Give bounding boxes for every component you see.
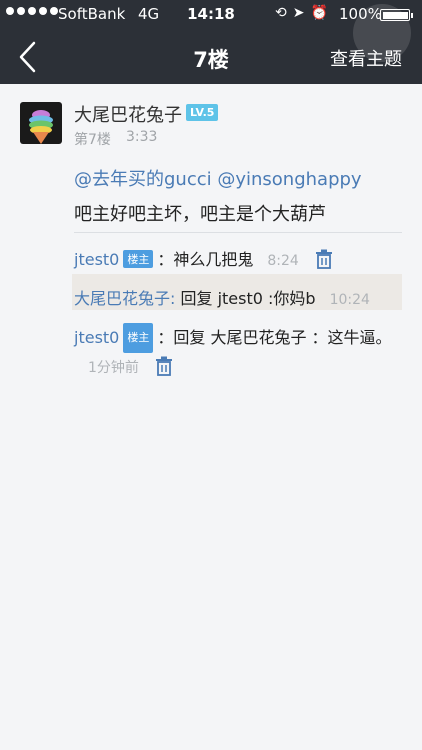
trash-icon xyxy=(155,356,172,376)
reply-time: 8:24 xyxy=(267,253,299,269)
status-icons: ⟲➤⏰ xyxy=(275,5,334,21)
owner-tag: 楼主 xyxy=(123,250,154,268)
lock-rotation-icon: ⟲ xyxy=(275,5,293,21)
reply-user[interactable]: 大尾巴花兔子: xyxy=(74,289,175,308)
reply-text: ：神么几把鬼 xyxy=(157,250,254,269)
status-bar: SoftBank 4G 14:18 ⟲➤⏰ 100% xyxy=(0,0,422,28)
battery-percent: 100% xyxy=(339,5,382,23)
reply-item[interactable]: jtest0 楼主 ：回复 大尾巴花兔子 ：这牛逼。 1分钟前 xyxy=(74,323,404,382)
avatar[interactable] xyxy=(20,102,62,144)
post-author[interactable]: 大尾巴花兔子 xyxy=(74,101,182,127)
post-content: 吧主好吧主坏，吧主是个大葫芦 xyxy=(74,204,326,225)
floor-number: 第7楼 xyxy=(74,132,111,148)
trash-icon xyxy=(315,249,332,269)
post-mentions[interactable]: @去年买的gucci @yinsonghappy xyxy=(74,165,362,191)
reply-user[interactable]: jtest0 xyxy=(74,250,119,269)
reply-text: 回复 jtest0 :你妈b xyxy=(180,289,316,308)
reply-time: 10:24 xyxy=(329,292,370,308)
top-bar: SoftBank 4G 14:18 ⟲➤⏰ 100% 7楼 查看主题 xyxy=(0,0,422,84)
view-topic-button[interactable]: 查看主题 xyxy=(330,45,402,71)
delete-button[interactable] xyxy=(315,249,333,269)
reply-time: 1分钟前 xyxy=(88,360,139,376)
owner-tag: 楼主 xyxy=(123,323,154,353)
location-arrow-icon: ➤ xyxy=(292,5,311,21)
post-time: 3:33 xyxy=(126,129,158,145)
battery-icon xyxy=(380,9,413,21)
reply-text: ：回复 大尾巴花兔子 ：这牛逼。 xyxy=(157,328,392,347)
reply-user[interactable]: jtest0 xyxy=(74,328,119,347)
divider xyxy=(74,232,402,233)
level-badge: LV.5 xyxy=(186,104,219,121)
reply-item[interactable]: jtest0 楼主 ：神么几把鬼 8:24 xyxy=(74,246,333,270)
reply-item[interactable]: 大尾巴花兔子: 回复 jtest0 :你妈b 10:24 xyxy=(72,274,402,310)
delete-button[interactable] xyxy=(155,356,173,376)
alarm-icon: ⏰ xyxy=(310,5,334,21)
